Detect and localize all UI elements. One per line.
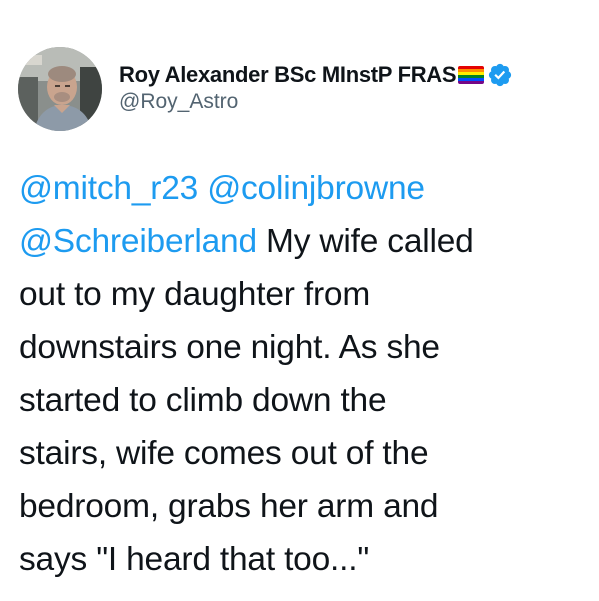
name-row: Roy Alexander BSc MInstP FRAS <box>119 60 513 90</box>
verified-badge-icon <box>489 63 512 87</box>
mention-link[interactable]: @colinjbrowne <box>207 170 425 207</box>
tweet-line: @Schreiberland My wife called <box>19 215 589 268</box>
tweet-line: bedroom, grabs her arm and <box>19 488 439 525</box>
tweet-text: @mitch_r23 @colinjbrowne @Schreiberland … <box>19 162 589 586</box>
author-names: Roy Alexander BSc MInstP FRAS @Roy_Astro <box>119 60 513 114</box>
avatar[interactable] <box>18 47 102 131</box>
tweet-header: Roy Alexander BSc MInstP FRAS @Roy_Astro <box>18 47 513 131</box>
tweet-line: stairs, wife comes out of the <box>19 435 429 472</box>
tweet-card: Roy Alexander BSc MInstP FRAS @Roy_Astro… <box>0 0 599 601</box>
tweet-line: out to my daughter from <box>19 276 371 313</box>
tweet-line: says "I heard that too..." <box>19 541 370 578</box>
mention-link[interactable]: @Schreiberland <box>19 223 257 260</box>
tweet-line: started to climb down the <box>19 382 387 419</box>
tweet-text-segment: My wife called <box>266 223 474 260</box>
tweet-line: @mitch_r23 @colinjbrowne <box>19 162 589 215</box>
display-name[interactable]: Roy Alexander BSc MInstP FRAS <box>119 62 457 88</box>
avatar-photo-icon <box>18 47 102 131</box>
pride-flag-icon <box>458 66 485 84</box>
tweet-line: downstairs one night. As she <box>19 329 440 366</box>
mention-link[interactable]: @mitch_r23 <box>19 170 198 207</box>
author-handle[interactable]: @Roy_Astro <box>119 90 513 114</box>
